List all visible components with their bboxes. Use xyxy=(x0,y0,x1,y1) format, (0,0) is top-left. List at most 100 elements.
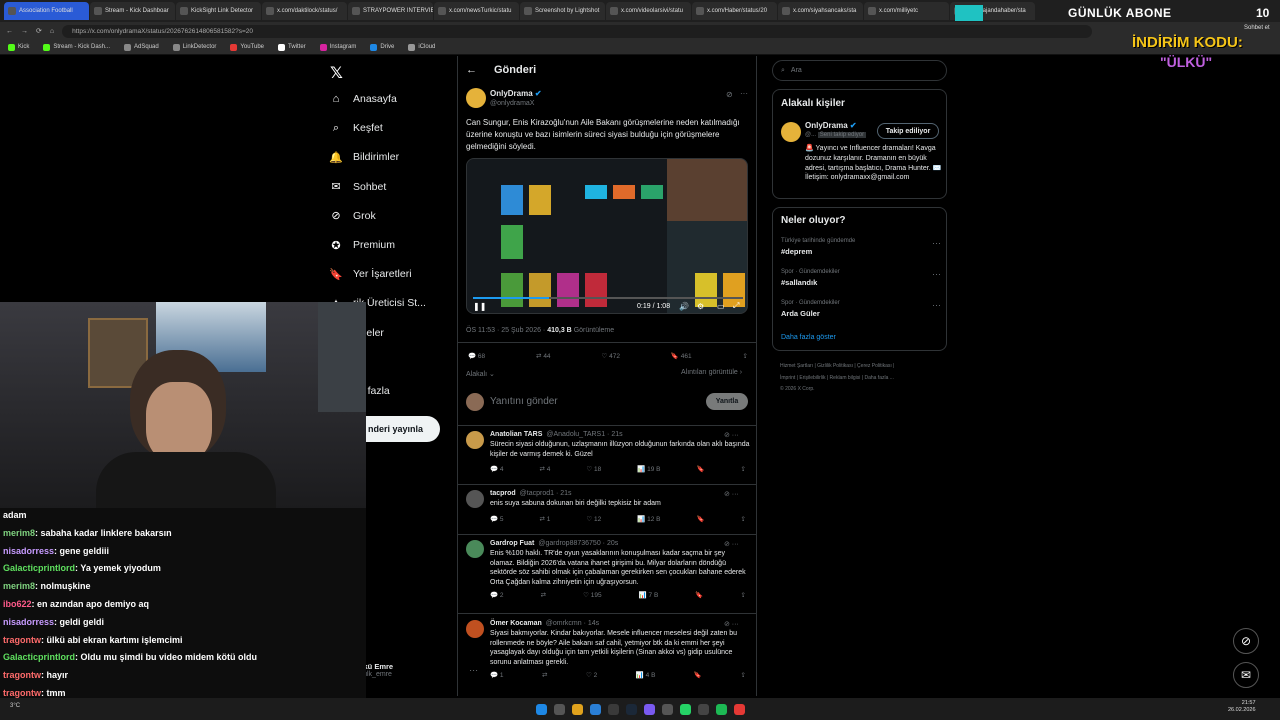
bookmark-item[interactable]: LinkDetector xyxy=(172,43,216,51)
reply-action[interactable]: 💬 5 xyxy=(490,515,504,523)
nav-item-5[interactable]: ⊘ Grok xyxy=(330,210,460,223)
bookmark-item[interactable]: AdSquad xyxy=(124,43,159,51)
reply-tweet[interactable]: Ömer Kocaman @omrkcmn · 14s Siyasi bakmıyo… xyxy=(466,620,746,680)
trend-item[interactable]: Spor · Gündemdekiler Arda Güler ··· xyxy=(781,300,941,318)
back-arrow-icon[interactable]: ← xyxy=(466,64,477,76)
home-icon[interactable]: ⌂ xyxy=(50,28,54,35)
bookmark-item[interactable]: YouTube xyxy=(230,43,264,51)
search-icon[interactable] xyxy=(553,703,565,715)
more-dots-icon[interactable]: ⊘ ··· xyxy=(724,490,739,498)
browser-tab[interactable]: x.com/milliyetc xyxy=(864,2,949,20)
url-field[interactable]: https://x.com/onlydramaX/status/20267626… xyxy=(62,24,1093,38)
repost-action[interactable]: ⇄ 1 xyxy=(540,515,551,523)
chat-username[interactable]: tragontw xyxy=(3,670,41,680)
reply-author[interactable]: Gardrop Fuat xyxy=(490,540,534,547)
app-icon[interactable] xyxy=(661,703,673,715)
browser-tab[interactable]: x.com/siyahsancaks/sta xyxy=(778,2,863,20)
chat-username[interactable]: nisadorress xyxy=(3,617,54,627)
nav-item-7[interactable]: 🔖 Yer İşaretleri xyxy=(329,268,460,281)
avatar[interactable] xyxy=(466,490,484,508)
bookmark-item[interactable]: Drive xyxy=(370,43,394,51)
browser-tab[interactable]: x.com/Haber/status/20 xyxy=(692,2,777,20)
repost-action[interactable]: ⇄ xyxy=(542,671,547,679)
browser-tab[interactable]: Screenshot by Lightshot xyxy=(520,2,605,20)
reply-action[interactable]: 💬 4 xyxy=(490,465,504,473)
person-name[interactable]: OnlyDrama ✔ xyxy=(805,121,857,130)
share-icon[interactable]: ⇪ xyxy=(740,591,745,599)
reply-author[interactable]: Ömer Kocaman xyxy=(490,620,542,627)
more-dots-icon[interactable]: ⊘ ··· xyxy=(724,620,739,628)
start-icon[interactable] xyxy=(535,703,547,715)
post-video[interactable]: ❚❚ 0:19 / 1:08 🔊 ⚙ ▭ ⤢ xyxy=(466,158,748,314)
browser-tab[interactable]: x.com/newsTurkic/statu xyxy=(434,2,519,20)
bookmark-item[interactable]: iCloud xyxy=(408,43,435,51)
weather-widget[interactable]: 3°C xyxy=(10,703,20,709)
bookmark-icon[interactable]: 🔖 xyxy=(696,465,704,473)
views-action[interactable]: 📊 7 B xyxy=(639,591,659,599)
sort-dropdown[interactable]: Alakalı ⌄ xyxy=(466,370,495,378)
follow-button[interactable]: Takip ediliyor xyxy=(877,123,939,139)
repost-action[interactable]: ⇄ 44 xyxy=(536,352,551,360)
grok-float-icon[interactable]: ⊘ xyxy=(1233,628,1259,654)
reply-action[interactable]: 💬 1 xyxy=(490,671,504,679)
browser-tab[interactable]: STRAYPOWER INTERVIE xyxy=(348,2,433,20)
author-avatar[interactable] xyxy=(466,88,486,108)
views-action[interactable]: 📊 19 B xyxy=(637,465,660,473)
nav-item-4[interactable]: ✉ Sohbet xyxy=(330,181,460,194)
footer-links[interactable]: Hizmet Şartları | Gizlilik Politikası | … xyxy=(780,361,945,396)
search-input[interactable]: ⌕ Ara xyxy=(772,60,947,81)
chat-username[interactable]: nisadorress xyxy=(3,546,54,556)
browser-tab[interactable]: x.com/videolarsivi/statu xyxy=(606,2,691,20)
avatar[interactable] xyxy=(466,620,484,638)
more-dots-icon[interactable]: ··· xyxy=(740,89,748,98)
views-action[interactable]: 📊 4 B xyxy=(636,671,656,679)
reply-action[interactable]: 💬 2 xyxy=(490,591,504,599)
pause-icon[interactable]: ❚❚ xyxy=(473,302,486,311)
avatar[interactable] xyxy=(466,431,484,449)
reply-tweet[interactable]: Gardrop Fuat @gardrop88736750 · 20s Enis %… xyxy=(466,540,746,600)
settings-icon[interactable]: ⚙ xyxy=(697,302,704,311)
trend-item[interactable]: Spor · Gündemdekiler #sallandık ··· xyxy=(781,269,941,287)
chrome-icon[interactable] xyxy=(733,703,745,715)
show-more-link[interactable]: Daha fazla göster xyxy=(781,334,836,341)
chat-username[interactable]: Galacticprintlord xyxy=(3,563,75,573)
more-dots-icon[interactable]: ··· xyxy=(932,238,941,248)
reply-input[interactable]: Yanıtını gönder xyxy=(490,396,558,407)
chat-username[interactable]: merim8 xyxy=(3,528,35,538)
bookmark-item[interactable]: Kick xyxy=(8,43,29,51)
share-icon[interactable]: ⇪ xyxy=(741,465,746,473)
chat-username[interactable]: tragontw xyxy=(3,688,41,698)
reply-author[interactable]: tacprod xyxy=(490,490,516,497)
browser-tab[interactable]: KickSight Link Detector xyxy=(176,2,261,20)
chat-username[interactable]: tragontw xyxy=(3,635,41,645)
bookmark-icon[interactable]: 🔖 xyxy=(694,671,702,679)
browser-tab[interactable]: x.com/daktilock/status/ xyxy=(262,2,347,20)
author-name[interactable]: OnlyDrama ✔ xyxy=(490,89,542,98)
back-icon[interactable]: ← xyxy=(6,28,13,35)
browser-tab[interactable]: Stream - Kick Dashboar xyxy=(90,2,175,20)
more-dots-icon[interactable]: ··· xyxy=(932,269,941,279)
obs-icon[interactable] xyxy=(643,703,655,715)
repost-action[interactable]: ⇄ xyxy=(541,591,546,599)
avatar[interactable] xyxy=(781,122,801,142)
share-icon[interactable]: ⇪ xyxy=(741,515,746,523)
author-handle[interactable]: @onlydramaX xyxy=(490,100,534,107)
share-icon[interactable]: ⇪ xyxy=(743,352,748,360)
like-action[interactable]: ♡ 195 xyxy=(583,591,602,599)
more-dots-icon[interactable]: ⊘ ··· xyxy=(724,540,739,548)
trend-item[interactable]: Türkiye tarihinde gündemde #deprem ··· xyxy=(781,238,941,256)
reply-tweet[interactable]: Anatolian TARS @Anadolu_TARS1 · 21s Süreci… xyxy=(466,431,750,491)
avatar[interactable] xyxy=(466,540,484,558)
post-button[interactable]: nderi yayınla xyxy=(366,416,440,442)
chat-username[interactable]: ibo622 xyxy=(3,599,32,609)
steam-icon[interactable] xyxy=(625,703,637,715)
bookmark-item[interactable]: Instagram xyxy=(319,43,356,51)
like-action[interactable]: ♡ 472 xyxy=(601,352,620,360)
grok-icon[interactable]: ⊘ xyxy=(726,90,733,99)
repost-action[interactable]: ⇄ 4 xyxy=(540,465,551,473)
nav-item-1[interactable]: ⌂ Anasayfa xyxy=(330,93,460,105)
chat-username[interactable]: Galacticprintlord xyxy=(3,652,75,662)
share-icon[interactable]: ⇪ xyxy=(741,671,746,679)
nav-item-2[interactable]: ⌕ Keşfet xyxy=(330,122,460,135)
x-logo-icon[interactable]: 𝕏 xyxy=(330,63,343,82)
